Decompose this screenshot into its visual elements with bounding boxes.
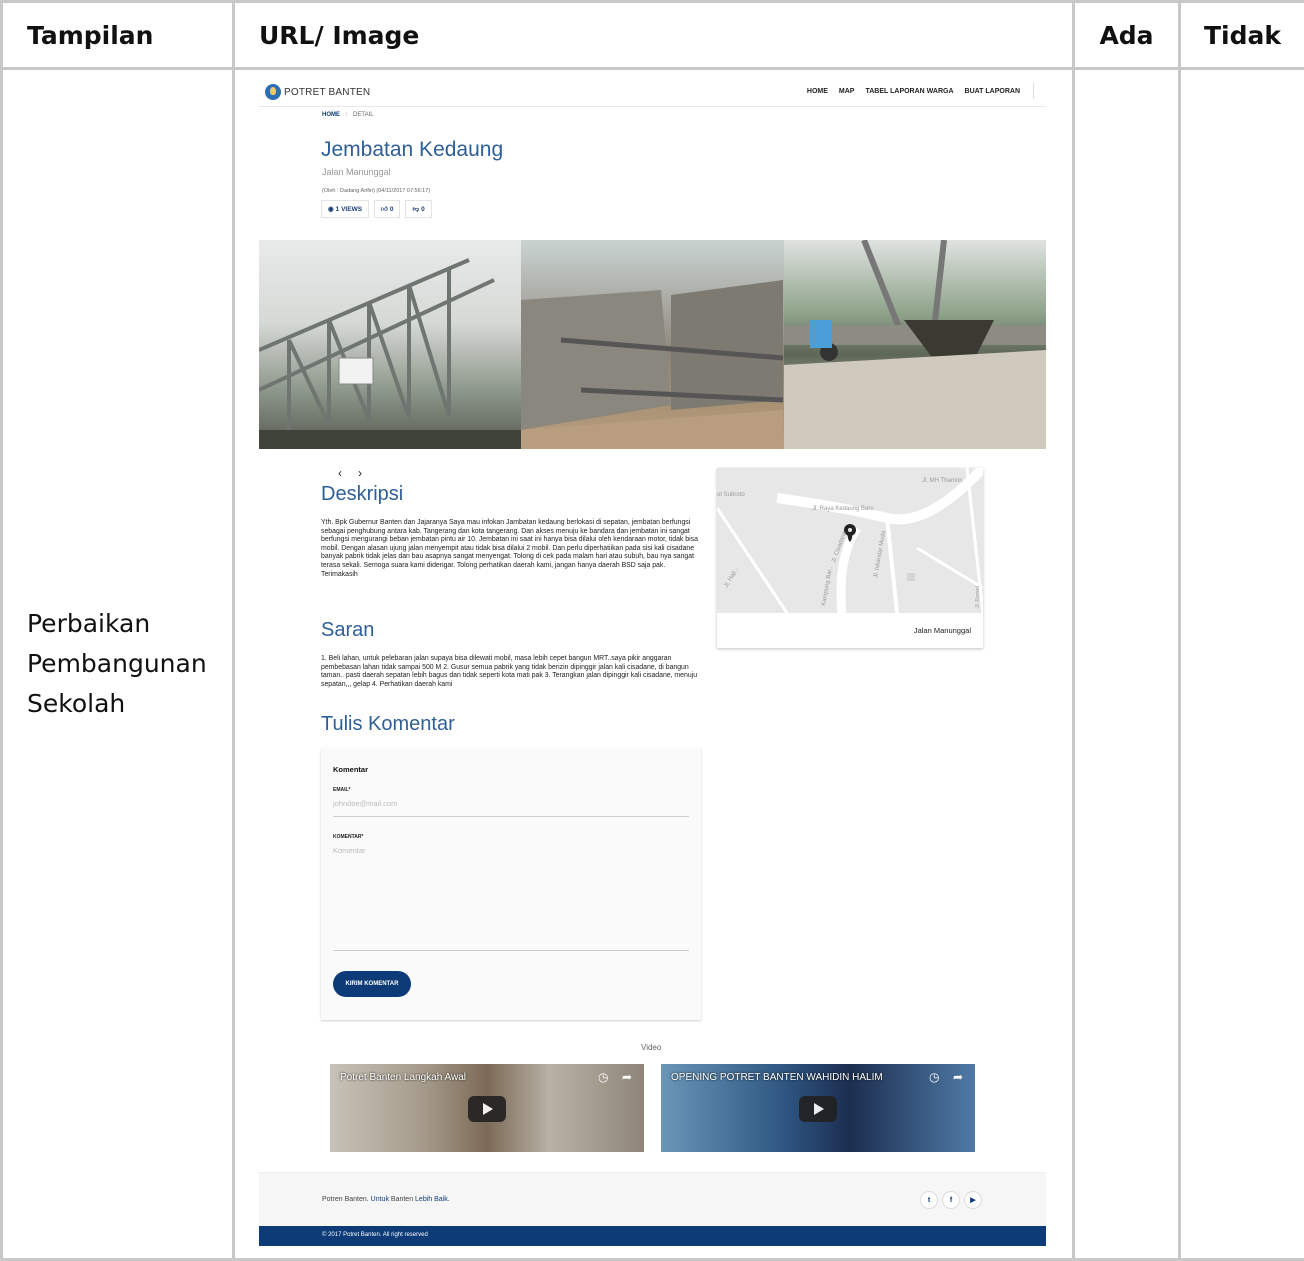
- video-title-1: Potret Banten Langkah Awal: [340, 1072, 467, 1083]
- breadcrumb-home[interactable]: HOME: [322, 112, 340, 118]
- brand-logo[interactable]: POTRET BANTEN: [265, 84, 370, 100]
- nav-divider: [1033, 83, 1034, 99]
- play-icon[interactable]: [468, 1096, 506, 1122]
- carousel-prev-icon[interactable]: ‹: [338, 466, 342, 480]
- video-title-2: OPENING POTRET BANTEN WAHIDIN HALIM: [671, 1072, 883, 1083]
- clock-icon[interactable]: ◷: [598, 1071, 610, 1083]
- copyright-text: © 2017 Potret Banten. All right reserved: [322, 1232, 428, 1238]
- komentar-label: KOMENTAR*: [333, 834, 364, 840]
- thumbs-up-icon: 👍︎: [381, 206, 388, 213]
- header-ada: Ada: [1072, 0, 1181, 70]
- breadcrumb: HOME / DETAIL: [322, 112, 374, 118]
- saran-heading: Saran: [321, 619, 375, 641]
- komentar-heading: Tulis Komentar: [321, 713, 455, 735]
- map-card: Jl. MH Thamrin Jl. Raya Kedaung Baru Jl.…: [717, 468, 983, 648]
- twitter-icon[interactable]: t: [920, 1191, 938, 1209]
- nav-home[interactable]: HOME: [807, 88, 828, 95]
- carousel-next-icon[interactable]: ›: [358, 466, 362, 480]
- clock-icon[interactable]: ◷: [929, 1071, 941, 1083]
- map-street-6: Jl. Haji...: [724, 566, 741, 589]
- thumbs-down-icon: 👎︎: [412, 206, 420, 213]
- form-title: Komentar: [333, 765, 369, 774]
- video-player-1[interactable]: Potret Banten Langkah Awal ◷ ➦: [330, 1064, 644, 1152]
- dislike-button[interactable]: 👎︎ 0: [405, 200, 432, 218]
- footer-text-2: Untuk: [370, 1196, 389, 1203]
- nav-buat-laporan[interactable]: BUAT LAPORAN: [965, 88, 1020, 95]
- logo-icon: [265, 84, 281, 100]
- map-drawing: Jl. MH Thamrin Jl. Raya Kedaung Baru Jl.…: [717, 468, 983, 613]
- map-street-1: Jl. MH Thamrin: [922, 478, 963, 484]
- breadcrumb-separator: /: [345, 112, 348, 118]
- map-street-7: ot Subroto: [717, 492, 745, 498]
- dislike-count: 0: [421, 205, 425, 213]
- like-button[interactable]: 👍︎ 0: [374, 200, 401, 218]
- kirim-komentar-button[interactable]: KIRIM KOMENTAR: [333, 971, 411, 997]
- footer-text-3: Banten: [388, 1196, 416, 1203]
- brand-name: POTRET BANTEN: [284, 86, 371, 98]
- carousel-controls: ‹ ›: [338, 466, 362, 480]
- location-map[interactable]: Jl. MH Thamrin Jl. Raya Kedaung Baru Jl.…: [717, 468, 983, 613]
- share-icon[interactable]: ➦: [953, 1071, 965, 1083]
- bridge-road-drawing: [783, 240, 1046, 449]
- views-count: 1 VIEWS: [335, 205, 363, 213]
- row-label: Perbaikan Pembangunan Sekolah: [27, 609, 207, 718]
- eye-icon: ◉: [328, 206, 334, 213]
- stats-buttons: ◉ 1 VIEWS 👍︎ 0 👎︎ 0: [321, 200, 432, 218]
- map-street-3: Jl. Iskandar Muda: [873, 530, 887, 578]
- footer-text-4: Lebih Baik: [415, 1196, 448, 1203]
- play-icon[interactable]: [799, 1096, 837, 1122]
- map-caption: Jalan Manunggal: [913, 626, 971, 635]
- bridge-arch-drawing: [259, 258, 522, 449]
- comment-form: Komentar EMAIL* johndoe@mail.com KOMENTA…: [321, 748, 701, 1020]
- website-screenshot: POTRET BANTEN HOME MAP TABEL LAPORAN WAR…: [259, 78, 1046, 1248]
- video-label: Video: [641, 1043, 662, 1052]
- copyright-bar: © 2017 Potret Banten. All right reserved: [259, 1226, 1046, 1246]
- report-title: Jembatan Kedaung: [321, 138, 504, 161]
- komentar-textarea[interactable]: Komentar: [333, 846, 689, 951]
- photo-gallery: [259, 240, 1046, 449]
- footer-text-1: Potren Banten.: [322, 1196, 371, 1203]
- bridge-photo-2[interactable]: [521, 240, 784, 449]
- report-meta: (Oleh : Dadang Arifin) (04/11/2017 07:56…: [322, 188, 431, 194]
- share-icon[interactable]: ➦: [622, 1071, 634, 1083]
- footer-tagline: Potren Banten. Untuk Banten Lebih Baik.: [322, 1196, 450, 1203]
- bridge-photo-1[interactable]: [259, 240, 522, 449]
- views-button[interactable]: ◉ 1 VIEWS: [321, 200, 370, 218]
- like-count: 0: [389, 205, 394, 213]
- facebook-icon[interactable]: f: [942, 1191, 960, 1209]
- tidak-cell[interactable]: [1178, 67, 1304, 1261]
- header-url-image: URL/ Image: [232, 0, 1075, 70]
- evaluation-table: Tampilan URL/ Image Ada Tidak Perbaikan …: [0, 0, 1304, 1261]
- email-field[interactable]: johndoe@mail.com: [333, 799, 689, 817]
- header-tampilan: Tampilan: [0, 0, 235, 70]
- youtube-icon[interactable]: ▶: [964, 1191, 982, 1209]
- nav-map[interactable]: MAP: [839, 88, 855, 95]
- map-street-8: Jl. Ransel: [975, 586, 981, 608]
- report-location: Jalan Manunggal: [322, 167, 391, 177]
- site-footer: Potren Banten. Untuk Banten Lebih Baik. …: [259, 1172, 1046, 1227]
- nav-menu: HOME MAP TABEL LAPORAN WARGA BUAT LAPORA…: [807, 88, 1020, 95]
- nav-tabel-laporan[interactable]: TABEL LAPORAN WARGA: [865, 88, 953, 95]
- header-tidak: Tidak: [1178, 0, 1304, 70]
- footer-text-5: .: [447, 1196, 450, 1203]
- navbar: POTRET BANTEN HOME MAP TABEL LAPORAN WAR…: [259, 78, 1046, 107]
- email-label: EMAIL*: [333, 787, 351, 793]
- deskripsi-text: Yth. Bpk Gubernur Banten dan Jajaranya S…: [321, 519, 698, 578]
- breadcrumb-current: DETAIL: [353, 112, 374, 118]
- saran-text: 1. Beli lahan, untuk pelebaran jalan sup…: [321, 655, 698, 688]
- bridge-rail-drawing: [521, 280, 784, 449]
- map-street-5: Kampung Bar..: [821, 566, 834, 606]
- map-street-2: Jl. Raya Kedaung Baru: [812, 506, 874, 512]
- screenshot-cell: POTRET BANTEN HOME MAP TABEL LAPORAN WAR…: [232, 67, 1075, 1261]
- video-player-2[interactable]: OPENING POTRET BANTEN WAHIDIN HALIM ◷ ➦: [661, 1064, 975, 1152]
- ada-cell[interactable]: [1072, 67, 1181, 1261]
- bridge-photo-3[interactable]: [783, 240, 1046, 449]
- deskripsi-heading: Deskripsi: [321, 483, 404, 505]
- row-label-cell: Perbaikan Pembangunan Sekolah: [0, 67, 235, 1261]
- social-links: t f ▶: [920, 1191, 982, 1209]
